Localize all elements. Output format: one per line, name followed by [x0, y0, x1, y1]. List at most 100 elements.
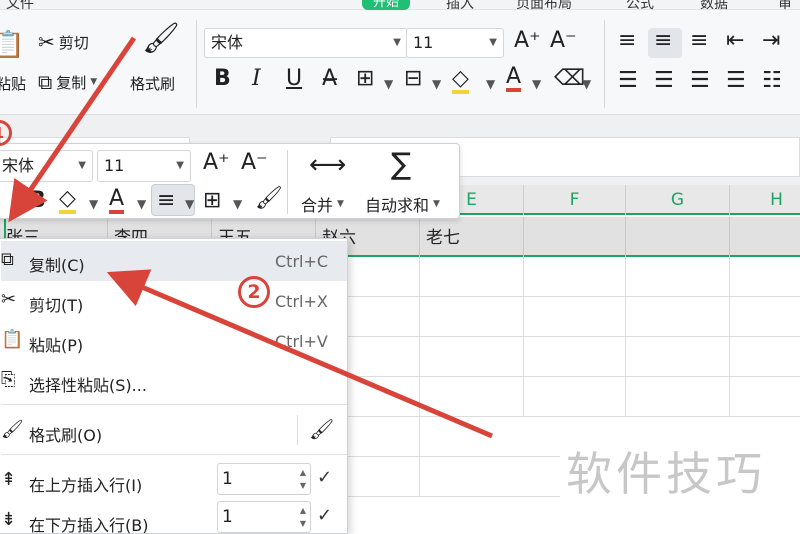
chevron-up-icon[interactable]: ▲: [300, 469, 306, 477]
confirm-check-icon[interactable]: ✓: [317, 467, 332, 488]
decrease-font-icon[interactable]: A⁻: [241, 152, 268, 174]
paste-label[interactable]: 粘贴: [0, 73, 26, 94]
grid-line: [348, 376, 800, 377]
border-icon[interactable]: ⊞: [356, 68, 374, 90]
bold-icon[interactable]: B: [214, 68, 231, 90]
menu-item-label: 格式刷(O): [29, 426, 103, 445]
chevron-down-icon[interactable]: ▼: [300, 482, 306, 490]
sum-icon[interactable]: ∑: [391, 150, 411, 180]
chevron-down-icon: ▼: [393, 37, 401, 48]
eraser-icon[interactable]: ⌫: [554, 68, 585, 90]
font-size-value: 11: [104, 156, 125, 175]
align-bottom-icon[interactable]: ≡: [690, 30, 708, 52]
paste-special-icon: ⎘: [1, 369, 16, 390]
cell-style-icon[interactable]: ⊟: [404, 68, 422, 90]
chevron-down-icon[interactable]: ▼: [89, 198, 98, 210]
grid-line: [348, 336, 800, 337]
shortcut-label: Ctrl+X: [275, 292, 328, 311]
copy-icon: ⧉: [38, 70, 53, 94]
menu-item-cut[interactable]: ✂ 剪切(T) Ctrl+X: [1, 281, 347, 321]
insert-row-below-icon: ⇟: [1, 509, 17, 530]
cell-g1[interactable]: [626, 217, 730, 257]
grid-line: [348, 416, 800, 417]
grid-line: [729, 257, 730, 417]
decrease-indent-icon[interactable]: ⇤: [726, 30, 744, 52]
underline-icon[interactable]: U: [286, 68, 302, 90]
ribbon: 📋 粘贴 ✂ 剪切 ⧉ 复制 ▼ 🖌 格式刷 宋体 ▼ 11 ▼ A⁺ A⁻ B…: [0, 10, 800, 115]
align-center-icon[interactable]: ☰: [654, 70, 674, 92]
confirm-check-icon[interactable]: ✓: [317, 505, 332, 526]
insert-above-count-input[interactable]: 1 ▲ ▼: [217, 463, 311, 495]
align-middle-icon[interactable]: ≡: [157, 190, 175, 212]
count-value: 1: [222, 507, 233, 527]
align-middle-icon[interactable]: ≡: [654, 30, 672, 52]
cell-h1[interactable]: [730, 217, 800, 257]
chevron-down-icon[interactable]: ▼: [486, 78, 495, 90]
menu-item-label: 复制(C): [29, 256, 85, 275]
menu-item-paste-special[interactable]: ⎘ 选择性粘贴(S)...: [1, 361, 347, 401]
border-icon[interactable]: ⊞: [203, 190, 221, 212]
copy-label: 复制: [56, 73, 87, 92]
cut-label: 剪切: [58, 33, 89, 52]
float-font-size-select[interactable]: 11 ▼: [97, 150, 191, 182]
top-tab-strip: 文件 开始 插入 页面布局 公式 数据 审阅: [0, 0, 800, 32]
cut-button[interactable]: ✂ 剪切: [38, 30, 89, 54]
grid-line: [348, 496, 560, 497]
font-color-icon[interactable]: A: [109, 188, 125, 214]
grid-line: [419, 257, 420, 497]
chevron-up-icon[interactable]: ▲: [300, 507, 306, 515]
decrease-font-icon[interactable]: A⁻: [550, 30, 577, 52]
insert-below-count-input[interactable]: 1 ▲ ▼: [217, 501, 311, 533]
copy-button[interactable]: ⧉ 复制 ▼: [38, 70, 97, 94]
column-f[interactable]: F: [524, 185, 626, 215]
menu-item-label: 剪切(T): [29, 296, 84, 315]
align-right-icon[interactable]: ☰: [690, 70, 710, 92]
chevron-down-icon[interactable]: ▼: [432, 78, 441, 90]
autosum-button[interactable]: 自动求和 ▼: [365, 192, 440, 216]
increase-font-icon[interactable]: A⁺: [203, 152, 230, 174]
chevron-down-icon[interactable]: ▼: [532, 78, 541, 90]
chevron-down-icon[interactable]: ▼: [185, 198, 194, 210]
fill-color-icon[interactable]: ◇: [59, 188, 76, 214]
format-painter-icon[interactable]: 🖌: [142, 24, 180, 54]
cell-e1[interactable]: 老七: [420, 217, 524, 257]
bold-icon[interactable]: B: [29, 190, 46, 212]
chevron-down-icon[interactable]: ▼: [300, 520, 306, 528]
menu-item-label: 粘贴(P): [29, 336, 84, 355]
chevron-down-icon[interactable]: ▼: [582, 78, 591, 90]
strikethrough-icon[interactable]: A̶: [322, 68, 337, 90]
font-size-select[interactable]: 11 ▼: [406, 28, 504, 58]
menu-item-label: 在上方插入行(I): [29, 476, 143, 495]
chevron-down-icon[interactable]: ▼: [137, 198, 146, 210]
align-top-icon[interactable]: ≡: [618, 30, 636, 52]
merge-label: 合并: [301, 196, 334, 215]
chevron-down-icon[interactable]: ▼: [384, 78, 393, 90]
distributed-icon[interactable]: ☷: [762, 70, 782, 92]
merge-icon[interactable]: ⟷: [309, 152, 346, 178]
increase-indent-icon[interactable]: ⇥: [762, 30, 780, 52]
format-painter-icon[interactable]: 🖌: [255, 188, 283, 210]
font-color-icon[interactable]: A: [506, 66, 522, 92]
float-font-name-select[interactable]: 宋体 ▼: [0, 150, 93, 182]
fill-color-icon[interactable]: ◇: [452, 68, 469, 94]
count-value: 1: [222, 469, 233, 489]
column-h[interactable]: H: [730, 185, 800, 215]
align-left-icon[interactable]: ☰: [618, 70, 638, 92]
column-g[interactable]: G: [626, 185, 730, 215]
format-painter-icon[interactable]: 🖌: [309, 417, 334, 441]
menu-item-copy[interactable]: ⧉ 复制(C) Ctrl+C: [1, 241, 347, 281]
cell-f1[interactable]: [524, 217, 626, 257]
justify-icon[interactable]: ☰: [726, 70, 746, 92]
italic-icon[interactable]: I: [252, 68, 261, 90]
font-name-select[interactable]: 宋体 ▼: [204, 28, 408, 58]
paste-icon[interactable]: 📋: [0, 32, 24, 58]
tab-home[interactable]: 开始: [362, 0, 410, 10]
divider: [297, 415, 298, 445]
font-name-value: 宋体: [211, 33, 244, 52]
menu-item-format-painter[interactable]: 🖌 格式刷(O) 🖌: [1, 411, 347, 451]
chevron-down-icon[interactable]: ▼: [233, 198, 242, 210]
merge-button[interactable]: 合并 ▼: [301, 192, 344, 216]
menu-item-paste[interactable]: 📋 粘贴(P) Ctrl+V: [1, 321, 347, 361]
format-painter-label[interactable]: 格式刷: [130, 73, 175, 94]
increase-font-icon[interactable]: A⁺: [514, 30, 541, 52]
